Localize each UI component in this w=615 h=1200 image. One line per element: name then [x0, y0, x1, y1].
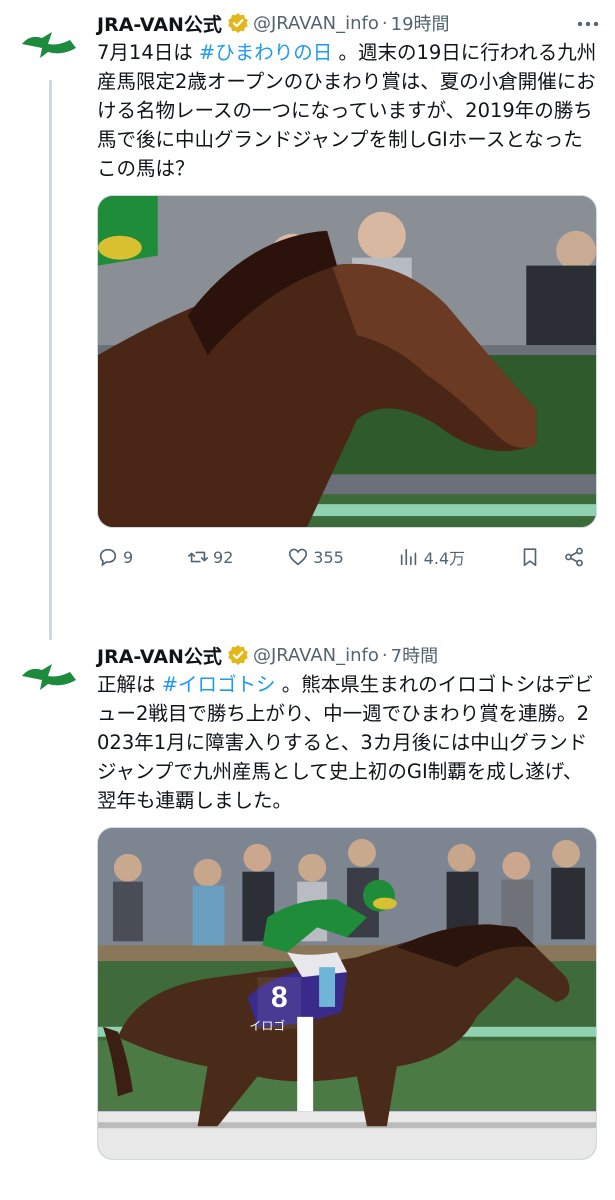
saddle-name: イロゴ: [249, 1019, 285, 1033]
jra-van-logo-icon: [22, 664, 76, 690]
verified-badge-icon: [227, 12, 249, 34]
more-button[interactable]: [573, 12, 603, 36]
repost-icon: [188, 551, 209, 563]
repost-button[interactable]: 92: [187, 546, 233, 568]
views-icon: [400, 548, 416, 566]
hashtag-link[interactable]: #ひまわりの日: [199, 41, 332, 64]
handle[interactable]: @JRAVAN_info: [253, 13, 379, 34]
timestamp[interactable]: 7時間: [391, 642, 438, 668]
repost-count: 92: [213, 547, 234, 567]
tweet-actions: 9 92 355 4.4万: [97, 542, 587, 572]
thread-connector-line: [49, 80, 52, 640]
separator: ·: [381, 644, 388, 666]
tweet-text: 7月14日は #ひまわりの日 。週末の19日に行われる九州産馬限定2歳オープンの…: [97, 38, 597, 183]
more-dots-icon: [577, 21, 599, 27]
avatar[interactable]: [18, 22, 80, 66]
tweet-header: JRA-VAN公式 @JRAVAN_info · 7時間: [97, 640, 597, 670]
tweet-photo[interactable]: [97, 195, 597, 528]
reply-icon: [99, 548, 117, 567]
reply-count: 9: [123, 547, 134, 567]
saddle-number: 8: [271, 981, 288, 1014]
share-icon: [565, 547, 583, 567]
jra-van-logo-icon: [22, 32, 76, 58]
tweet-text-lead: 7月14日は: [97, 41, 199, 64]
separator: ·: [381, 12, 388, 34]
views-button[interactable]: 4.4万: [398, 545, 465, 569]
share-button[interactable]: [563, 546, 587, 568]
bookmark-button[interactable]: [519, 546, 543, 568]
like-button[interactable]: 355: [287, 546, 344, 568]
handle[interactable]: @JRAVAN_info: [253, 645, 379, 666]
timestamp[interactable]: 19時間: [391, 10, 450, 36]
display-name[interactable]: JRA-VAN公式: [97, 10, 222, 37]
views-count: 4.4万: [423, 549, 466, 568]
tweet-photo[interactable]: 8 イロゴ: [97, 827, 597, 1160]
heart-icon: [289, 548, 308, 566]
avatar[interactable]: [18, 654, 80, 698]
hashtag-link[interactable]: #イロゴトシ: [162, 673, 276, 696]
bookmark-icon: [523, 548, 537, 567]
display-name[interactable]: JRA-VAN公式: [97, 642, 222, 669]
tweet-text: 正解は #イロゴトシ 。熊本県生まれのイロゴトシはデビュー2戦目で勝ち上がり、中…: [97, 670, 597, 815]
tweet-header: JRA-VAN公式 @JRAVAN_info · 19時間: [97, 8, 597, 38]
reply-button[interactable]: 9: [97, 546, 133, 568]
verified-badge-icon: [227, 644, 249, 666]
like-count: 355: [313, 547, 344, 567]
tweet-text-lead: 正解は: [97, 673, 162, 696]
